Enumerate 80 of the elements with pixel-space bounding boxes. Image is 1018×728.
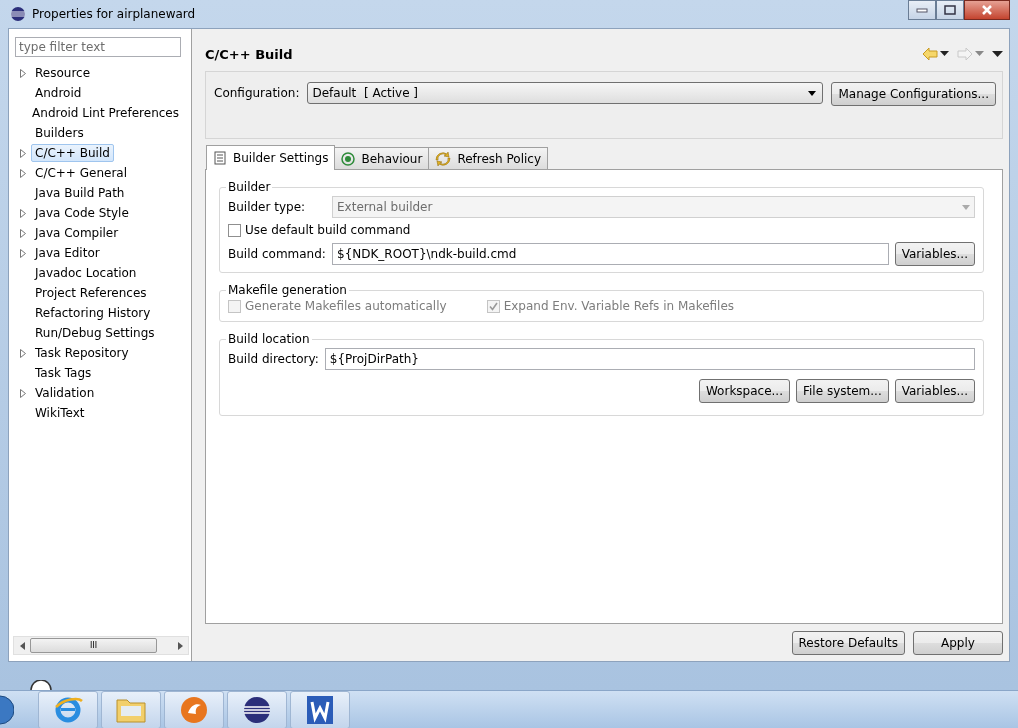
variables-button[interactable]: Variables... (894, 379, 975, 403)
scroll-left-icon[interactable] (19, 641, 25, 650)
checkbox-label: Expand Env. Variable Refs in Makefiles (503, 299, 735, 313)
app-icon (10, 6, 26, 22)
field-label: Build command: (228, 247, 326, 261)
workspace-button[interactable]: Workspace... (698, 379, 790, 403)
target-icon (341, 151, 356, 166)
expand-arrow-icon[interactable] (20, 168, 26, 178)
horizontal-scrollbar[interactable]: III (13, 636, 189, 655)
close-icon (981, 5, 993, 15)
build-command-field[interactable]: ${NDK_ROOT}\ndk-build.cmd (332, 243, 889, 265)
tree-item[interactable]: Java Build Path (31, 184, 129, 202)
scroll-right-icon[interactable] (177, 641, 183, 650)
help-icon[interactable] (30, 680, 52, 690)
tab[interactable]: Builder Settings (206, 145, 336, 170)
builder-type-dropdown[interactable]: External builder (332, 196, 975, 218)
maximize-button[interactable] (936, 0, 964, 20)
tree-item[interactable]: Resource (31, 64, 95, 82)
tab[interactable]: Refresh Policy (428, 147, 549, 169)
dropdown-icon[interactable] (940, 51, 949, 57)
document-icon (306, 695, 334, 725)
expand-arrow-icon[interactable] (20, 348, 26, 358)
expand-arrow-icon[interactable] (20, 228, 26, 238)
variables-button[interactable]: Variables... (894, 242, 975, 266)
expand-arrow-icon[interactable] (20, 388, 26, 398)
field-label: Build directory: (228, 352, 319, 366)
configuration-label: Configuration: (214, 85, 300, 102)
restore-defaults-button[interactable]: Restore Defaults (791, 631, 905, 655)
expand-arrow-icon[interactable] (20, 68, 26, 78)
expand-arrow-icon[interactable] (20, 148, 26, 158)
taskbar-button[interactable] (290, 691, 350, 728)
tree-item[interactable]: C/C++ General (31, 164, 131, 182)
tab[interactable]: Behaviour (334, 147, 430, 169)
tree-item[interactable]: C/C++ Build (31, 144, 114, 162)
fox-icon (179, 695, 209, 725)
tree-item[interactable]: Run/Debug Settings (31, 324, 159, 342)
tree-item[interactable]: WikiText (31, 404, 89, 422)
expand-arrow-icon[interactable] (20, 208, 26, 218)
group-title: Build location (227, 332, 311, 346)
apply-button[interactable]: Apply (913, 631, 1003, 655)
tree-item[interactable]: Javadoc Location (31, 264, 141, 282)
expand-arrow-icon[interactable] (20, 248, 26, 258)
dropdown-icon (808, 90, 817, 96)
view-menu-icon[interactable] (992, 50, 1003, 58)
window-title: Properties for airplaneward (32, 7, 196, 21)
tree-item[interactable]: Android Lint Preferences (28, 104, 183, 122)
scrollbar-thumb[interactable]: III (30, 638, 157, 653)
tree-item[interactable]: Task Tags (31, 364, 96, 382)
checkbox-label: Use default build command (245, 223, 411, 237)
file-system-button[interactable]: File system... (796, 379, 889, 403)
tree-item[interactable]: Refactoring History (31, 304, 155, 322)
page-title: C/C++ Build (205, 46, 293, 62)
folder-icon (115, 696, 147, 724)
tree-item[interactable]: Builders (31, 124, 88, 142)
tree-item[interactable]: Java Compiler (31, 224, 123, 242)
manage-configurations-button[interactable]: Manage Configurations... (831, 82, 996, 106)
tree-item[interactable]: Validation (31, 384, 99, 402)
tree-item[interactable]: Java Editor (31, 244, 104, 262)
list-icon (213, 151, 227, 165)
field-label: Builder type: (228, 200, 307, 214)
taskbar-button[interactable] (227, 691, 287, 728)
browser-icon (53, 695, 83, 725)
checkbox[interactable] (228, 223, 241, 237)
checkbox-label: Generate Makefiles automatically (245, 299, 447, 313)
group-title: Builder (227, 180, 272, 194)
refresh-icon (435, 150, 452, 167)
eclipse-icon (242, 695, 272, 725)
close-button[interactable] (964, 0, 1010, 20)
build-directory-field[interactable]: ${ProjDirPath} (324, 348, 975, 370)
filter-field[interactable]: type filter text (15, 37, 181, 57)
dropdown-icon (962, 204, 970, 210)
minimize-icon (916, 7, 928, 13)
tree-item[interactable]: Task Repository (31, 344, 133, 362)
group-title: Makefile generation (227, 283, 348, 297)
maximize-icon (944, 5, 956, 15)
minimize-button[interactable] (908, 0, 936, 20)
tree-item[interactable]: Java Code Style (31, 204, 133, 222)
tree-item[interactable]: Project References (31, 284, 151, 302)
configuration-dropdown[interactable]: Default [ Active ] (307, 82, 824, 104)
tree-item[interactable]: Android (31, 84, 86, 102)
